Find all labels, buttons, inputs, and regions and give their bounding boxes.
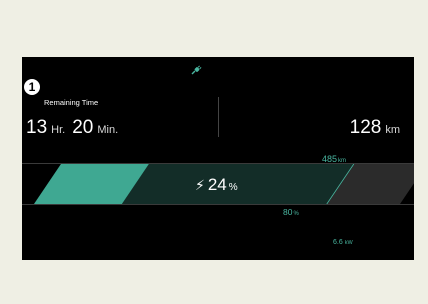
max-range: 485km	[322, 154, 346, 164]
power-unit: kW	[344, 240, 353, 246]
remaining-hours: 13	[26, 117, 48, 138]
range-unit: km	[385, 124, 400, 136]
remaining-minutes: 20	[72, 117, 94, 138]
target-value: 80	[283, 207, 293, 217]
remaining-time-label: Remaining Time	[44, 98, 99, 107]
charging-power: 6.6 kW	[333, 239, 353, 246]
lightning-bolt-icon: ⚡︎	[195, 177, 205, 193]
remaining-time-value: 13 Hr. 20 Min.	[26, 117, 125, 139]
power-value: 6.6	[333, 239, 343, 246]
callout-number: 1	[24, 79, 40, 95]
plug-charging-icon	[191, 65, 202, 75]
bottom-guide-line	[22, 204, 414, 205]
minutes-unit: Min.	[97, 124, 119, 136]
range-value: 128	[349, 117, 382, 138]
target-unit: %	[293, 211, 299, 217]
soc-value: 24	[207, 175, 227, 194]
state-of-charge: ⚡︎ 24%	[195, 175, 238, 195]
charge-target: 80%	[283, 207, 299, 217]
charging-display: 1 Remaining Time 13 Hr. 20 Min. 128 km 485km…	[22, 57, 414, 260]
hours-unit: Hr.	[51, 124, 66, 136]
max-range-value: 485	[322, 154, 338, 164]
divider	[218, 97, 219, 137]
soc-unit: %	[228, 182, 238, 193]
driving-range: 128 km	[350, 117, 400, 139]
